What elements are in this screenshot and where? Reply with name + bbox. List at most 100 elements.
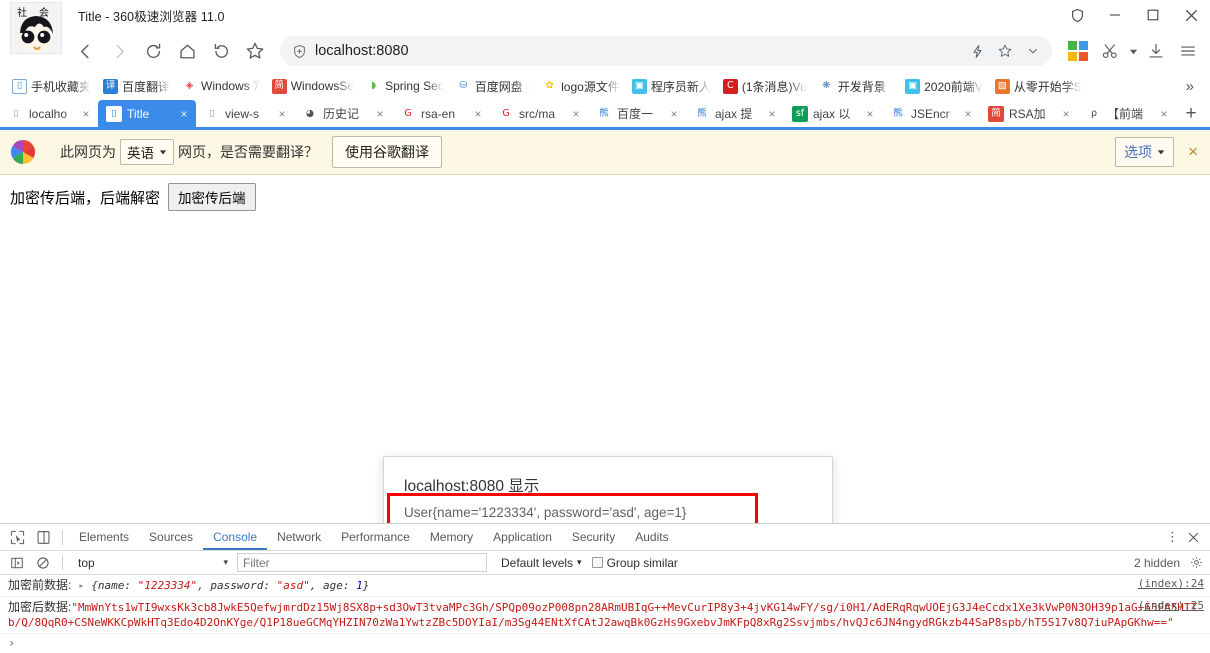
- group-similar-label: Group similar: [606, 555, 678, 570]
- devtools-tab-security[interactable]: Security: [562, 524, 625, 550]
- bookmark-item[interactable]: 简 WindowsSe: [266, 75, 360, 97]
- tab-close-icon[interactable]: ×: [568, 107, 584, 121]
- vertical-dots-icon[interactable]: ⋮: [1166, 530, 1180, 543]
- use-google-translate-button[interactable]: 使用谷歌翻译: [332, 136, 442, 168]
- reload-icon[interactable]: [136, 34, 170, 68]
- translate-options-button[interactable]: 选项: [1115, 137, 1175, 167]
- console-line1-label: 加密前数据:: [8, 578, 72, 592]
- tab-label: rsa-en: [421, 106, 456, 121]
- hamburger-menu-icon[interactable]: [1172, 34, 1204, 68]
- browser-tab-active[interactable]: ▯ Title ×: [98, 100, 196, 127]
- maximize-button[interactable]: [1134, 0, 1172, 30]
- tab-close-icon[interactable]: ×: [274, 107, 290, 121]
- devtools-close-icon[interactable]: [1180, 524, 1206, 550]
- bookmark-favicon-icon: ❋: [818, 78, 834, 94]
- console-line1-password-value: "asd": [276, 579, 310, 592]
- bookmark-item[interactable]: ▣ 程序员新人: [626, 75, 717, 97]
- tab-close-icon[interactable]: ×: [960, 107, 976, 121]
- console-line1-source-link[interactable]: (index):24: [1138, 577, 1204, 592]
- console-line2-value: "MmWnYts1wTI9wxsKk3cb8JwkE5QefwjmrdDz15W…: [8, 600, 1198, 629]
- tab-close-icon[interactable]: ×: [176, 107, 192, 121]
- star-icon[interactable]: [238, 34, 272, 68]
- devtools-tab-memory[interactable]: Memory: [420, 524, 483, 550]
- scissors-icon[interactable]: [1094, 34, 1126, 68]
- console-sidebar-icon[interactable]: [4, 550, 30, 576]
- console-context-select[interactable]: top ▾: [73, 553, 233, 572]
- home-icon[interactable]: [170, 34, 204, 68]
- tab-favicon-icon: G: [400, 105, 416, 122]
- browser-tab[interactable]: ▯ view-s ×: [196, 100, 294, 127]
- console-levels-select[interactable]: Default levels ▾: [501, 556, 582, 570]
- tab-close-icon[interactable]: ×: [666, 107, 682, 121]
- browser-tab[interactable]: Grsa-en ×: [392, 100, 490, 127]
- browser-tab[interactable]: Gsrc/ma ×: [490, 100, 588, 127]
- translate-language-value: 英语: [127, 146, 154, 161]
- tab-close-icon[interactable]: ×: [764, 107, 780, 121]
- tab-close-icon[interactable]: ×: [470, 107, 486, 121]
- devtools-tab-elements[interactable]: Elements: [69, 524, 139, 550]
- download-icon[interactable]: [1140, 34, 1172, 68]
- scissors-caret-icon[interactable]: [1126, 34, 1140, 68]
- group-similar-checkbox[interactable]: Group similar: [591, 555, 678, 570]
- browser-tab[interactable]: ◕ 历史记 ×: [294, 100, 392, 127]
- browser-tab[interactable]: 熊 JSEncr ×: [882, 100, 980, 127]
- bookmark-item[interactable]: ▣ 2020前端V: [899, 75, 989, 97]
- bookmark-favicon-icon: ▨: [994, 78, 1010, 94]
- console-message-row[interactable]: 加密前数据: ▸ {name: "1223334", password: "as…: [0, 575, 1210, 597]
- bookmark-item[interactable]: ◈ Windows 7: [176, 75, 266, 97]
- inspect-element-icon[interactable]: [4, 524, 30, 550]
- bookmark-item[interactable]: ⛁ 百度网盘 -: [450, 75, 536, 97]
- shield-icon[interactable]: [1058, 0, 1096, 30]
- hidden-messages-count[interactable]: 2 hidden: [1134, 556, 1180, 570]
- back-arrow-icon[interactable]: [68, 34, 102, 68]
- tab-close-icon[interactable]: ×: [78, 107, 94, 121]
- console-line1-sep1: , password:: [197, 579, 277, 592]
- bookmark-item[interactable]: ◗ Spring Sec: [360, 75, 450, 97]
- console-line1-object-open: {name:: [91, 579, 138, 592]
- browser-tab[interactable]: 熊 ajax 提 ×: [686, 100, 784, 127]
- encrypt-send-button[interactable]: 加密传后端: [168, 183, 256, 211]
- browser-tab[interactable]: ρ 【前端 ×: [1078, 100, 1176, 127]
- undo-icon[interactable]: [204, 34, 238, 68]
- gear-icon[interactable]: [1188, 550, 1204, 576]
- close-button[interactable]: [1172, 0, 1210, 30]
- new-tab-button[interactable]: +: [1176, 100, 1206, 127]
- tab-close-icon[interactable]: ×: [372, 107, 388, 121]
- devtools-tab-network[interactable]: Network: [267, 524, 331, 550]
- star-outline-icon[interactable]: [992, 38, 1018, 64]
- devtools-tab-sources[interactable]: Sources: [139, 524, 203, 550]
- apps-grid-icon[interactable]: [1062, 34, 1094, 68]
- minimize-button[interactable]: [1096, 0, 1134, 30]
- device-toolbar-icon[interactable]: [30, 524, 56, 550]
- address-bar[interactable]: localhost:8080: [280, 36, 1052, 66]
- bookmark-item[interactable]: ▨ 从零开始学S: [989, 75, 1088, 97]
- tab-close-icon[interactable]: ×: [862, 107, 878, 121]
- devtools-tab-console[interactable]: Console: [203, 524, 267, 550]
- devtools-tab-application[interactable]: Application: [483, 524, 562, 550]
- bookmark-item[interactable]: ✿ logo源文件: [536, 75, 626, 97]
- devtools-tab-audits[interactable]: Audits: [625, 524, 678, 550]
- console-filter-input[interactable]: [237, 553, 487, 572]
- bookmark-item[interactable]: 译百度翻译: [97, 75, 176, 97]
- bookmark-item[interactable]: C (1条消息)Vu: [717, 75, 813, 97]
- browser-tab[interactable]: ▯ localho ×: [0, 100, 98, 127]
- expand-triangle-icon[interactable]: ▸: [78, 580, 84, 593]
- translate-close-icon[interactable]: ×: [1188, 142, 1198, 162]
- bookmarks-overflow-button[interactable]: »: [1186, 78, 1204, 95]
- devtools-tab-performance[interactable]: Performance: [331, 524, 420, 550]
- bookmark-item[interactable]: ▯ 手机收藏夹: [6, 75, 97, 97]
- tab-close-icon[interactable]: ×: [1058, 107, 1074, 121]
- lightning-icon[interactable]: [964, 38, 990, 64]
- browser-tab[interactable]: 熊百度一 ×: [588, 100, 686, 127]
- chevron-down-icon[interactable]: [1020, 38, 1046, 64]
- browser-tab[interactable]: 简 RSA加 ×: [980, 100, 1078, 127]
- bookmark-item[interactable]: ❋ 开发背景 -: [813, 75, 899, 97]
- browser-tab[interactable]: sf ajax 以 ×: [784, 100, 882, 127]
- console-message-row[interactable]: 加密后数据:"MmWnYts1wTI9wxsKk3cb8JwkE5Qefwjmr…: [0, 597, 1210, 634]
- console-prompt[interactable]: ›: [0, 634, 1210, 652]
- translate-language-select[interactable]: 英语: [120, 139, 174, 165]
- clear-console-icon[interactable]: [30, 550, 56, 576]
- tab-close-icon[interactable]: ×: [1156, 107, 1172, 121]
- tab-favicon-icon: ρ: [1086, 105, 1102, 122]
- console-line2-source-link[interactable]: (index):25: [1138, 599, 1204, 614]
